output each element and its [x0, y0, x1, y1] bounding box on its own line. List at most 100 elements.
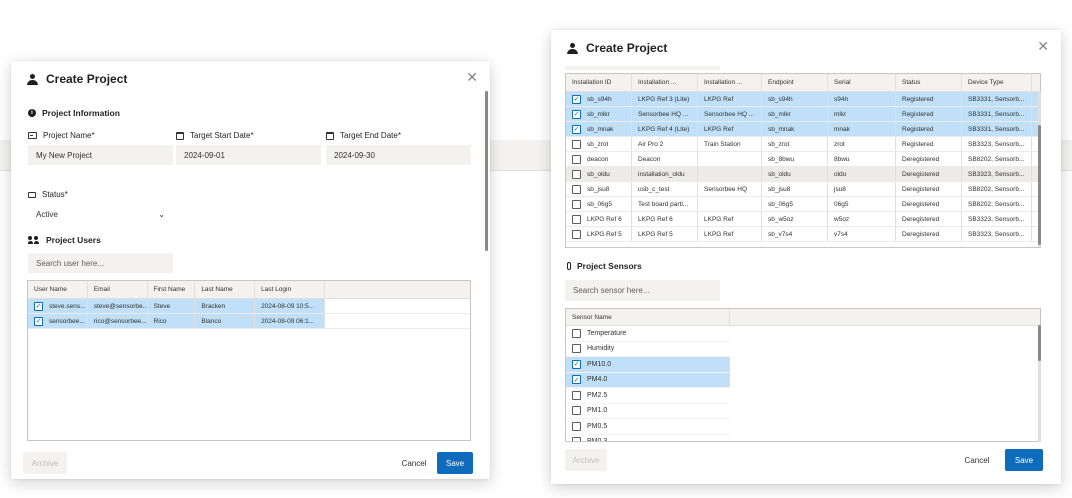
table-cell: [698, 152, 762, 166]
row-checkbox[interactable]: [572, 199, 581, 209]
row-checkbox[interactable]: ✓: [572, 94, 581, 104]
sensor-name-column[interactable]: Sensor Name: [566, 309, 730, 325]
column-header[interactable]: Status: [896, 74, 962, 91]
table-row[interactable]: sb_jsu8 usb_c_test Sensorbee HQ sb_jsu8 jsu8…: [566, 182, 1040, 197]
sensor-checkbox[interactable]: [572, 421, 581, 431]
column-header[interactable]: Installation ID: [566, 74, 632, 91]
table-cell: rico@sensorbee....: [88, 314, 148, 328]
row-checkbox[interactable]: ✓: [34, 301, 43, 311]
sensor-checkbox[interactable]: [572, 437, 581, 441]
search-field-remnant: [565, 66, 720, 70]
archive-button[interactable]: Archive: [23, 452, 67, 474]
table-cell: sb_oldu: [762, 167, 828, 181]
sensor-row[interactable]: PM0.3: [566, 435, 730, 441]
table-row[interactable]: sb_06g5 Test board partl... sb_06g5 06g5 Der…: [566, 197, 1040, 212]
table-cell: sb_jsu8: [762, 182, 828, 196]
table-row[interactable]: LKPG Ref 6 LKPG Ref 6 LKPG Ref sb_w5oz w5oz D…: [566, 212, 1040, 227]
table-row[interactable]: ✓ sb_mlkr Sensorbee HQ ... Sensorbee HQ ...…: [566, 107, 1040, 122]
table-cell: Sensorbee HQ ...: [632, 107, 698, 121]
search-sensor-input[interactable]: Search sensor here...: [565, 280, 720, 301]
table-cell: SB3323, Sensorb...: [962, 212, 1032, 226]
sensor-checkbox[interactable]: [572, 328, 581, 338]
table-row[interactable]: sb_oldu installation_oldu sb_oldu oldu Dereg…: [566, 167, 1040, 182]
row-checkbox[interactable]: ✓: [34, 316, 43, 326]
row-checkbox[interactable]: [572, 229, 581, 239]
column-header[interactable]: Installation ...: [632, 74, 698, 91]
sensors-scrollbar-thumb[interactable]: [1038, 325, 1041, 361]
row-checkbox[interactable]: [572, 214, 581, 224]
table-cell: Air Pro 2: [632, 137, 698, 151]
column-header[interactable]: First Name: [148, 281, 196, 298]
section-title-text: Project Users: [46, 235, 101, 245]
sensor-row[interactable]: Temperature: [566, 326, 730, 342]
sensor-row[interactable]: ✓ PM10.0: [566, 357, 730, 373]
save-button[interactable]: Save: [437, 452, 473, 474]
sensor-row[interactable]: PM0.5: [566, 419, 730, 435]
installations-scrollbar-thumb[interactable]: [1038, 125, 1041, 245]
cancel-button[interactable]: Cancel: [958, 449, 996, 471]
table-row[interactable]: ✓ steve.sens... steve@sensorbe... Steve Brac…: [28, 299, 470, 314]
row-checkbox[interactable]: [572, 184, 581, 194]
section-title-text: Project Sensors: [577, 261, 642, 271]
cancel-button[interactable]: Cancel: [396, 452, 432, 474]
end-date-input[interactable]: 2024-09-30: [326, 145, 471, 165]
column-header[interactable]: Email: [88, 281, 148, 298]
row-checkbox[interactable]: [572, 154, 581, 164]
table-cell: Test board partl...: [632, 197, 698, 211]
sensor-name: PM1.0: [587, 407, 608, 415]
table-cell: sb_jsu8: [566, 182, 632, 196]
table-cell: SB3331, Sensorb...: [962, 122, 1032, 136]
table-cell: 2024-08-09 10:5...: [255, 299, 325, 313]
row-checkbox[interactable]: [572, 169, 581, 179]
table-cell: SB3331, Sensorb...: [962, 92, 1032, 106]
table-cell: LKPG Ref: [698, 212, 762, 226]
row-checkbox[interactable]: [572, 139, 581, 149]
table-cell: deacon: [566, 152, 632, 166]
table-row[interactable]: ✓ sensorbee... rico@sensorbee.... Rico Blanc…: [28, 314, 470, 329]
column-filler: [325, 281, 470, 298]
close-icon[interactable]: ✕: [1037, 38, 1049, 55]
column-header[interactable]: Device Type: [962, 74, 1032, 91]
column-header[interactable]: Installation ...: [698, 74, 762, 91]
table-row[interactable]: LKPG Ref 5 LKPG Ref 5 LKPG Ref sb_v7s4 v7s4 D…: [566, 227, 1040, 242]
table-row[interactable]: ✓ sb_mnak LKPG Ref 4 (Lite) LKPG Ref sb_mnak…: [566, 122, 1040, 137]
status-label: Status*: [28, 190, 68, 199]
column-header[interactable]: Serial: [828, 74, 896, 91]
start-date-input[interactable]: 2024-09-01: [176, 145, 321, 165]
table-cell: w5oz: [828, 212, 896, 226]
table-cell: zrot: [828, 137, 896, 151]
table-cell: usb_c_test: [632, 182, 698, 196]
sensor-row[interactable]: ✓ PM4.0: [566, 372, 730, 388]
status-value: Active: [36, 209, 58, 219]
table-cell: SB3323, Sensorb...: [962, 137, 1032, 151]
archive-button[interactable]: Archive: [565, 449, 607, 471]
sensor-row[interactable]: Humidity: [566, 342, 730, 357]
table-cell: Sensorbee HQ: [698, 182, 762, 196]
sensor-checkbox[interactable]: [572, 406, 581, 416]
sensor-checkbox[interactable]: [572, 344, 581, 354]
table-cell: steve@sensorbe...: [88, 299, 148, 313]
table-cell: ✓ sb_mnak: [566, 122, 632, 136]
table-cell: ✓ sensorbee...: [28, 314, 88, 328]
sensor-checkbox[interactable]: [572, 390, 581, 400]
column-header[interactable]: Last Login: [255, 281, 325, 298]
row-checkbox[interactable]: ✓: [572, 109, 581, 119]
row-checkbox[interactable]: ✓: [572, 124, 581, 134]
column-header[interactable]: Last Name: [195, 281, 256, 298]
search-user-input[interactable]: Search user here...: [28, 253, 173, 273]
column-header[interactable]: User Name: [28, 281, 88, 298]
table-row[interactable]: deacon Deacon sb_8bwu 8bwu Deregistered SB820…: [566, 152, 1040, 167]
close-icon[interactable]: ✕: [466, 69, 478, 86]
table-row[interactable]: ✓ sb_s94h LKPG Ref 3 (Lite) LKPG Ref sb_s94h…: [566, 92, 1040, 107]
project-name-input[interactable]: My New Project: [28, 145, 173, 165]
table-row[interactable]: sb_zrot Air Pro 2 Train Station sb_zrot zrot…: [566, 137, 1040, 152]
dialog-scrollbar-thumb[interactable]: [485, 91, 488, 251]
save-button[interactable]: Save: [1005, 449, 1043, 471]
sensor-row[interactable]: PM1.0: [566, 404, 730, 419]
sensor-checkbox[interactable]: ✓: [572, 359, 581, 369]
sensors-table: Sensor Name Temperature Humidity ✓ PM10.0 ✓ P…: [565, 308, 1041, 442]
sensor-row[interactable]: PM2.5: [566, 388, 730, 404]
status-dropdown[interactable]: Active ⌄: [28, 204, 173, 224]
sensor-checkbox[interactable]: ✓: [572, 375, 581, 385]
column-header[interactable]: Endpoint: [762, 74, 828, 91]
